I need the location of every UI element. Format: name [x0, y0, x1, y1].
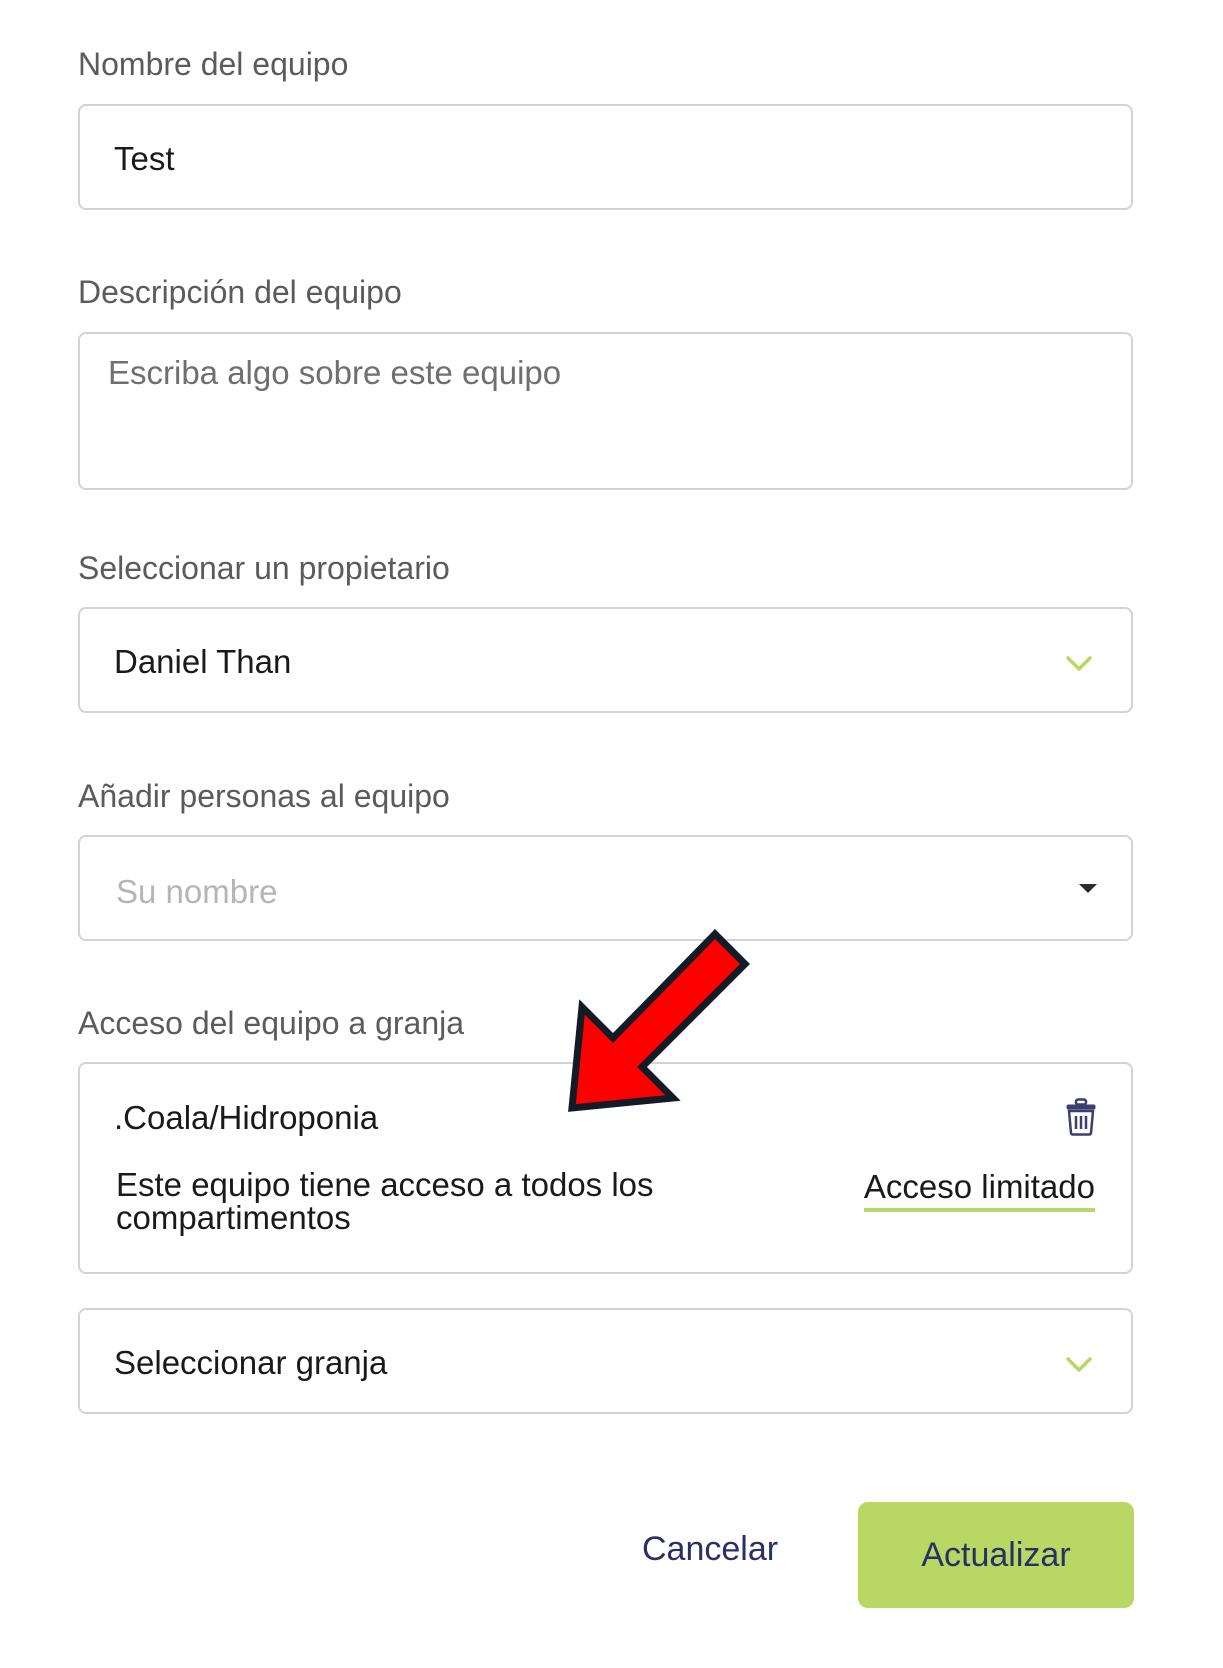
owner-select[interactable]: Daniel Than — [78, 607, 1133, 713]
limited-access-link[interactable]: Acceso limitado — [863, 1168, 1095, 1212]
team-name-label: Nombre del equipo — [78, 46, 349, 82]
chevron-down-icon — [1066, 656, 1092, 671]
cancel-button[interactable]: Cancelar — [642, 1530, 778, 1569]
annotation-arrow — [568, 929, 750, 1112]
team-name-input[interactable]: Test — [78, 104, 1133, 210]
owner-label: Seleccionar un propietario — [78, 550, 450, 586]
caret-down-icon — [1079, 884, 1097, 893]
chevron-down-icon — [1066, 1357, 1092, 1372]
team-description-label: Descripción del equipo — [78, 274, 402, 310]
farm-select[interactable]: Seleccionar granja — [78, 1308, 1133, 1414]
team-description-placeholder: Escriba algo sobre este equipo — [108, 354, 562, 391]
team-description-textarea[interactable]: Escriba algo sobre este equipo — [78, 332, 1133, 490]
members-label: Añadir personas al equipo — [78, 778, 450, 814]
farm-access-description: Este equipo tiene acceso a todos los com… — [116, 1166, 654, 1236]
team-name-value: Test — [114, 140, 175, 177]
farm-access-label: Acceso del equipo a granja — [78, 1005, 465, 1041]
members-placeholder: Su nombre — [116, 873, 278, 910]
trash-icon[interactable] — [1065, 1098, 1097, 1136]
owner-selected-value: Daniel Than — [114, 643, 292, 680]
update-button[interactable]: Actualizar — [858, 1502, 1134, 1608]
farm-select-placeholder: Seleccionar granja — [114, 1344, 388, 1381]
farm-name: .Coala/Hidroponia — [114, 1099, 379, 1136]
